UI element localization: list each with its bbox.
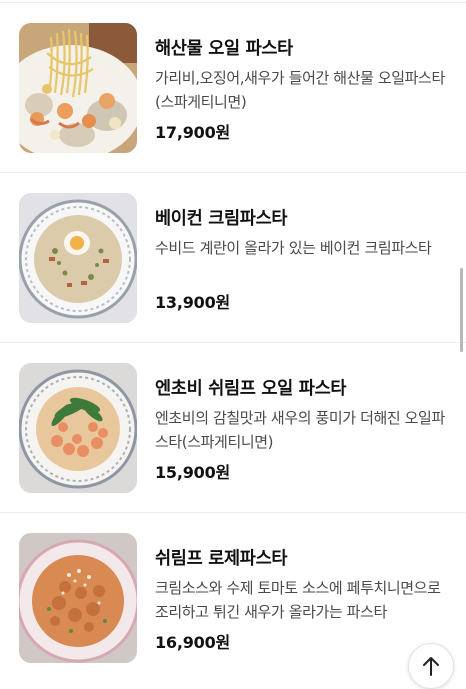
- shrimp-rose-pasta-photo: [19, 533, 137, 663]
- menu-item-anchovy-shrimp-oil-pasta[interactable]: 엔초비 쉬림프 오일 파스타 엔초비의 감칠맛과 새우의 풍미가 더해진 오일파…: [0, 343, 466, 513]
- menu-item-name: 엔초비 쉬림프 오일 파스타: [155, 379, 347, 399]
- menu-item-name: 해산물 오일 파스타: [155, 39, 293, 59]
- menu-item-bacon-cream-pasta[interactable]: 베이컨 크림파스타 수비드 계란이 올라가 있는 베이컨 크림파스타 13,90…: [0, 173, 466, 343]
- seafood-oil-pasta-photo: [19, 23, 137, 153]
- menu-item-description: 엔초비의 감칠맛과 새우의 풍미가 더해진 오일파스타(스파게티니면): [155, 409, 445, 451]
- anchovy-shrimp-oil-pasta-photo: [19, 363, 137, 493]
- menu-item-shrimp-rose-pasta[interactable]: 쉬림프 로제파스타 크림소스와 수제 토마토 소스에 페투치니면으로 조리하고 …: [0, 513, 466, 683]
- arrow-up-icon: [423, 657, 439, 676]
- menu-list: 해산물 오일 파스타 가리비,오징어,새우가 들어간 해산물 오일파스타(스파게…: [0, 0, 466, 681]
- menu-item-description: 크림소스와 수제 토마토 소스에 페투치니면으로 조리하고 튀긴 새우가 올라가…: [155, 579, 441, 621]
- menu-item-name: 쉬림프 로제파스타: [155, 549, 288, 569]
- menu-item-price: 13,900원: [155, 293, 231, 312]
- scrollbar[interactable]: [460, 268, 463, 352]
- bacon-cream-pasta-photo: [19, 193, 137, 323]
- scroll-to-top-button[interactable]: [408, 643, 454, 689]
- menu-item-price: 16,900원: [155, 633, 231, 652]
- menu-item-price: 15,900원: [155, 463, 231, 482]
- menu-item-description: 수비드 계란이 올라가 있는 베이컨 크림파스타: [155, 239, 432, 257]
- menu-item-description: 가리비,오징어,새우가 들어간 해산물 오일파스타(스파게티니면): [155, 69, 445, 111]
- menu-item-seafood-oil-pasta[interactable]: 해산물 오일 파스타 가리비,오징어,새우가 들어간 해산물 오일파스타(스파게…: [0, 3, 466, 173]
- menu-item-name: 베이컨 크림파스타: [155, 209, 288, 229]
- menu-item-price: 17,900원: [155, 123, 231, 142]
